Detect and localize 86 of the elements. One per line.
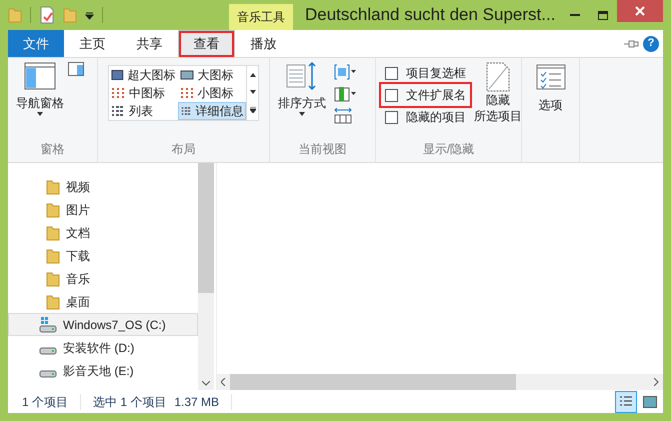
folder-icon	[46, 294, 60, 310]
options-button[interactable]: 选项	[536, 64, 566, 114]
layout-option[interactable]: 列表	[109, 102, 178, 120]
layout-option[interactable]: 小图标	[178, 84, 246, 102]
window-title: Deutschland sucht den Superst...	[305, 4, 556, 26]
expand-icon[interactable]	[250, 107, 256, 114]
gallery-scroll[interactable]	[247, 65, 259, 121]
view-icon	[180, 69, 194, 81]
item-count: 1 个项目	[21, 394, 70, 410]
folder-icon	[46, 202, 60, 218]
nav-item[interactable]: 图片	[8, 198, 198, 221]
hide-selected-button[interactable]: 隐藏 所选项目	[474, 62, 522, 140]
fit-columns-icon[interactable]	[334, 108, 352, 124]
view-icon	[180, 105, 192, 117]
nav-item[interactable]: 文档	[8, 221, 198, 244]
group-label: 窗格	[40, 141, 66, 158]
folder-icon	[46, 270, 60, 286]
layout-option[interactable]: 中图标	[109, 84, 178, 102]
checkbox-row[interactable]: 项目复选框	[381, 62, 470, 84]
group-label: 显示/隐藏	[422, 141, 476, 158]
view-icon	[111, 87, 125, 99]
nav-item[interactable]: 音乐	[8, 267, 198, 290]
preview-pane-icon[interactable]	[68, 62, 84, 76]
checkbox[interactable]	[385, 66, 398, 80]
dropdown-icon	[299, 112, 305, 116]
checkbox-row[interactable]: 文件扩展名	[381, 84, 470, 106]
highlight-frame	[179, 31, 234, 57]
sort-label: 排序方式	[278, 95, 326, 112]
thumbnail-icon	[643, 396, 657, 408]
close-button[interactable]	[617, 0, 663, 22]
layout-option[interactable]: 大图标	[178, 66, 246, 84]
view-icon	[111, 105, 125, 117]
group-label: 当前视图	[298, 141, 348, 158]
layout-option[interactable]: 详细信息	[178, 102, 246, 120]
options-icon	[536, 64, 566, 90]
scroll-down-icon[interactable]	[250, 90, 256, 94]
help-button[interactable]: ?	[643, 36, 659, 52]
document-icon	[485, 62, 511, 92]
checkbox-label: 项目复选框	[406, 65, 466, 82]
nav-item[interactable]: 下载	[8, 244, 198, 267]
nav-item[interactable]: Windows7_OS (C:)	[8, 313, 198, 336]
view-icon	[111, 69, 124, 81]
windows-drive-icon	[39, 316, 57, 332]
horizontal-scrollbar[interactable]	[217, 374, 663, 390]
context-tab-header: 音乐工具	[229, 4, 293, 30]
properties-icon[interactable]	[39, 6, 55, 24]
scroll-up-icon[interactable]	[250, 72, 256, 77]
add-column-icon[interactable]	[334, 86, 356, 102]
close-icon	[635, 6, 645, 16]
checkbox-label: 文件扩展名	[406, 87, 466, 104]
pin-icon[interactable]	[623, 38, 639, 48]
nav-item[interactable]: 视频	[8, 175, 198, 198]
group-label: 布局	[170, 141, 196, 158]
layout-option[interactable]: 超大图标	[109, 66, 178, 84]
file-tab[interactable]: 文件	[8, 30, 64, 57]
view-icon	[180, 87, 194, 99]
navigation-pane-button[interactable]: 导航窗格	[16, 62, 64, 140]
details-list-icon	[619, 396, 633, 408]
selection-count: 选中 1 个项目	[92, 394, 168, 410]
nav-item[interactable]: 安装软件 (D:)	[8, 336, 198, 359]
nav-item[interactable]: 桌面	[8, 290, 198, 313]
selection-size: 1.37 MB	[174, 394, 220, 410]
checkbox-row[interactable]: 隐藏的项目	[381, 106, 470, 128]
checkbox-label: 隐藏的项目	[406, 109, 466, 126]
folder-icon	[46, 224, 60, 240]
group-by-icon[interactable]	[334, 64, 356, 80]
vertical-scrollbar[interactable]	[198, 163, 214, 390]
drive-icon	[39, 346, 57, 354]
checkbox[interactable]	[385, 110, 398, 124]
sort-button[interactable]: 排序方式	[278, 62, 326, 140]
details-view-button[interactable]	[615, 390, 637, 412]
scroll-right-icon[interactable]	[654, 378, 659, 386]
scroll-left-icon[interactable]	[221, 378, 226, 386]
scroll-down-icon[interactable]	[202, 381, 210, 386]
dropdown-icon[interactable]	[85, 10, 94, 20]
folder-icon	[46, 248, 60, 264]
navigation-pane-label: 导航窗格	[16, 95, 64, 112]
nav-item[interactable]: 影音天地 (E:)	[8, 359, 198, 382]
folder-icon	[8, 7, 22, 23]
checkbox[interactable]	[385, 88, 398, 102]
folder-icon	[46, 178, 60, 194]
ribbon-tab[interactable]: 查看	[178, 30, 235, 57]
navigation-pane-icon	[24, 62, 56, 90]
sort-icon	[286, 62, 318, 90]
dropdown-icon	[37, 112, 43, 116]
drive-icon	[39, 370, 57, 378]
